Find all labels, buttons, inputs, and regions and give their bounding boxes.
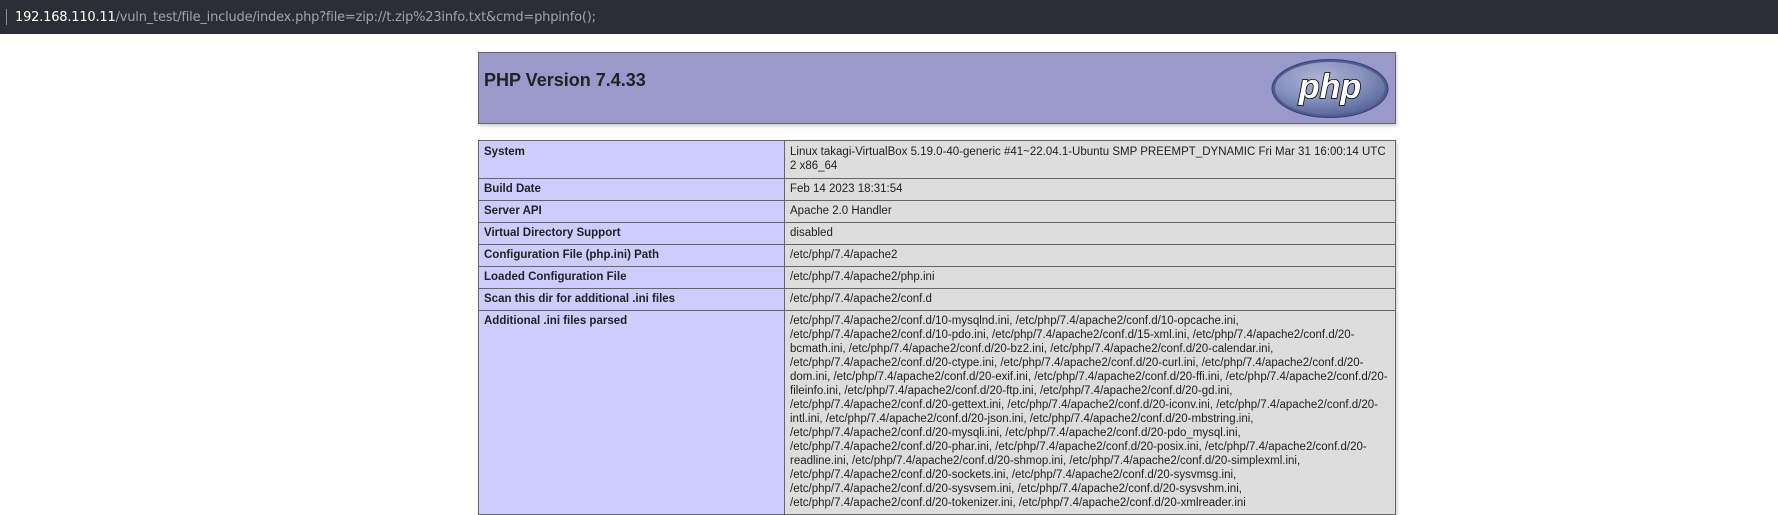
row-label: System xyxy=(478,140,785,179)
row-label: Server API xyxy=(478,200,785,223)
table-row: Virtual Directory Support disabled xyxy=(478,222,1396,245)
svg-text:php: php xyxy=(1298,68,1361,106)
row-value: /etc/php/7.4/apache2/conf.d xyxy=(784,288,1396,311)
row-label: Configuration File (php.ini) Path xyxy=(478,244,785,267)
table-row: Additional .ini files parsed/etc/php/7.4… xyxy=(478,310,1396,515)
row-value: Linux takagi-VirtualBox 5.19.0-40-generi… xyxy=(784,140,1396,179)
php-logo-icon: php xyxy=(1271,59,1389,118)
row-label: Build Date xyxy=(478,178,785,201)
row-value: Apache 2.0 Handler xyxy=(784,200,1396,223)
row-value: /etc/php/7.4/apache2/conf.d/10-mysqlnd.i… xyxy=(784,310,1396,515)
url-host: 192.168.110.11 xyxy=(15,9,116,25)
text-cursor xyxy=(6,9,7,25)
url-path: /vuln_test/file_include/index.php?file=z… xyxy=(115,9,596,25)
phpinfo-table: System Linux takagi-VirtualBox 5.19.0-40-… xyxy=(478,140,1396,515)
phpinfo-header: PHP Version 7.4.33 php xyxy=(478,52,1396,124)
table-row: Loaded Configuration File/etc/php/7.4/ap… xyxy=(478,266,1396,289)
table-row: Build Date Feb 14 2023 18:31:54 xyxy=(478,178,1396,201)
page-title: PHP Version 7.4.33 xyxy=(484,70,646,90)
url-text[interactable]: 192.168.110.11/vuln_test/file_include/in… xyxy=(15,10,596,25)
table-row: Configuration File (php.ini) Path/etc/ph… xyxy=(478,244,1396,267)
row-value: /etc/php/7.4/apache2/php.ini xyxy=(784,266,1396,289)
phpinfo-container: PHP Version 7.4.33 php System Linux takag… xyxy=(478,52,1396,515)
row-label: Virtual Directory Support xyxy=(478,222,785,245)
row-value: disabled xyxy=(784,222,1396,245)
row-value: Feb 14 2023 18:31:54 xyxy=(784,178,1396,201)
table-row: System Linux takagi-VirtualBox 5.19.0-40-… xyxy=(478,140,1396,179)
php-logo[interactable]: php xyxy=(1270,57,1390,120)
browser-address-bar[interactable]: 192.168.110.11/vuln_test/file_include/in… xyxy=(0,0,1778,34)
table-row: Scan this dir for additional .ini files /… xyxy=(478,288,1396,311)
row-label: Additional .ini files parsed xyxy=(478,310,785,515)
row-value: /etc/php/7.4/apache2 xyxy=(784,244,1396,267)
row-label: Scan this dir for additional .ini files xyxy=(478,288,785,311)
table-row: Server API Apache 2.0 Handler xyxy=(478,200,1396,223)
row-label: Loaded Configuration File xyxy=(478,266,785,289)
